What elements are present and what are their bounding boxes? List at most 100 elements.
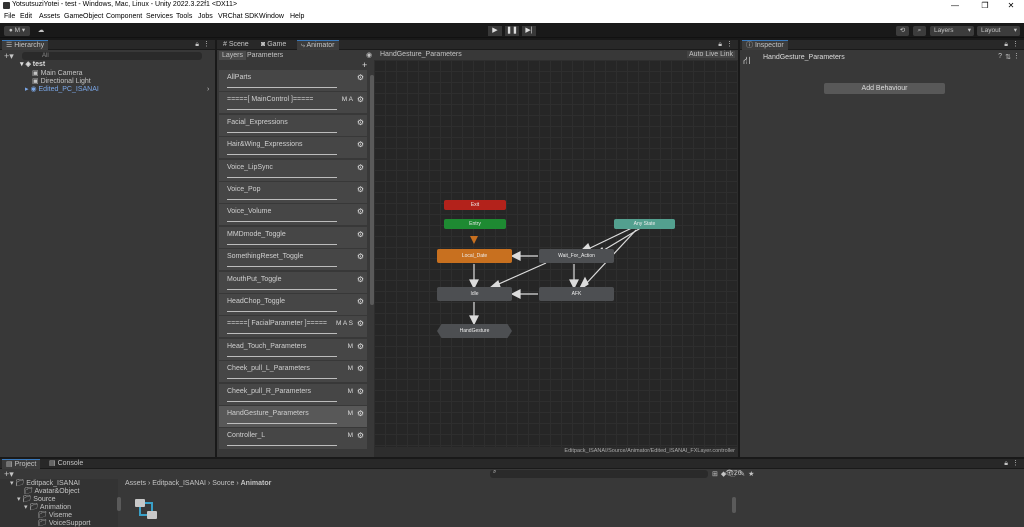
layer-row[interactable]: Voice_Volume ⚙ — [219, 204, 367, 225]
breadcrumb-item[interactable]: Source — [212, 480, 234, 487]
tab-scene[interactable]: # Scene — [219, 40, 253, 50]
search-input[interactable]: All — [22, 52, 202, 60]
tab-hierarchy[interactable]: ☰ Hierarchy — [2, 40, 49, 50]
state-any[interactable]: Any State — [614, 219, 675, 229]
layer-row[interactable]: AllParts ⚙ — [219, 70, 367, 91]
breadcrumb-item[interactable]: Assets — [125, 480, 146, 487]
gear-icon[interactable]: ⚙ — [357, 387, 364, 396]
weight-slider[interactable] — [227, 423, 337, 424]
gear-icon[interactable]: ⚙ — [357, 431, 364, 440]
more-icon[interactable]: ⋮ — [1013, 52, 1020, 60]
menu-assets[interactable]: Assets — [39, 13, 60, 20]
gear-icon[interactable]: ⚙ — [357, 252, 364, 261]
layer-row[interactable]: MouthPut_Toggle ⚙ — [219, 272, 367, 293]
layer-row[interactable]: Hair&Wing_Expressions ⚙ — [219, 137, 367, 158]
animator-controller-asset-icon[interactable] — [133, 497, 161, 523]
gear-icon[interactable]: ⚙ — [357, 342, 364, 351]
state-entry[interactable]: Entry — [444, 219, 506, 229]
layers-dropdown[interactable]: Layers ▾ — [930, 26, 974, 36]
layer-row[interactable]: HeadChop_Toggle ⚙ — [219, 294, 367, 315]
maximize-icon[interactable]: ❐ — [972, 0, 998, 12]
tab-console[interactable]: ▤ Console — [45, 459, 87, 469]
layer-row[interactable]: HandGesture_Parameters M ⚙ — [219, 406, 367, 427]
weight-slider[interactable] — [227, 378, 337, 379]
menu-window[interactable]: Window — [259, 13, 284, 20]
gear-icon[interactable]: ⚙ — [357, 95, 364, 104]
state-local-date[interactable]: Local_Date — [437, 249, 512, 263]
layer-row[interactable]: Facial_Expressions ⚙ — [219, 115, 367, 136]
weight-slider[interactable] — [227, 356, 337, 357]
minimize-icon[interactable]: — — [942, 0, 968, 12]
weight-slider[interactable] — [227, 87, 337, 88]
help-icon[interactable]: ? — [998, 53, 1002, 60]
weight-slider[interactable] — [227, 311, 337, 312]
weight-slider[interactable] — [227, 445, 337, 446]
lock-icon[interactable]: 🔒︎ — [1004, 460, 1008, 468]
account-button[interactable]: ● M ▾ — [4, 26, 30, 36]
gear-icon[interactable]: ⚙ — [357, 297, 364, 306]
scene-row[interactable]: ▾ ◈ test — [20, 60, 45, 69]
lock-icon[interactable]: 🔒︎ — [1004, 41, 1008, 49]
menu-gameobject[interactable]: GameObject — [64, 13, 103, 20]
gear-icon[interactable]: ⚙ — [357, 118, 364, 127]
gear-icon[interactable]: ⚙ — [357, 364, 364, 373]
layer-row[interactable]: Controller_L M ⚙ — [219, 428, 367, 449]
layer-row[interactable]: Cheek_pull_L_Parameters M ⚙ — [219, 361, 367, 382]
grid-scrollbar[interactable] — [732, 497, 736, 513]
lock-icon[interactable]: 🔒︎ — [718, 41, 722, 49]
more-icon[interactable]: ⋮ — [726, 40, 733, 48]
weight-slider[interactable] — [227, 154, 337, 155]
layer-row[interactable]: Voice_Pop ⚙ — [219, 182, 367, 203]
add-behaviour-button[interactable]: Add Behaviour — [824, 83, 945, 94]
play-button[interactable]: ▶ — [488, 26, 502, 36]
breadcrumb-item[interactable]: Animator — [241, 480, 272, 487]
menu-services[interactable]: Services — [146, 13, 173, 20]
eye-icon[interactable]: ◉ — [366, 51, 372, 59]
chevron-right-icon[interactable]: › — [207, 86, 209, 93]
weight-slider[interactable] — [227, 132, 337, 133]
state-wait-for-action[interactable]: Wait_For_Action — [539, 249, 614, 263]
gear-icon[interactable]: ⚙ — [357, 185, 364, 194]
menu-vrchat-sdk[interactable]: VRChat SDK — [218, 13, 259, 20]
menu-file[interactable]: File — [4, 13, 15, 20]
close-icon[interactable]: ✕ — [998, 0, 1024, 12]
layout-dropdown[interactable]: Layout ▾ — [977, 26, 1020, 36]
state-afk[interactable]: AFK — [539, 287, 614, 301]
layer-row[interactable]: Head_Touch_Parameters M ⚙ — [219, 339, 367, 360]
layer-row[interactable]: MMDmode_Toggle ⚙ — [219, 227, 367, 248]
breadcrumb-item[interactable]: Editpack_ISANAI — [152, 480, 206, 487]
weight-slider[interactable] — [227, 266, 337, 267]
layer-row[interactable]: Voice_LipSync ⚙ — [219, 160, 367, 181]
more-icon[interactable]: ⋮ — [1012, 40, 1019, 48]
add-layer-icon[interactable]: + — [362, 60, 367, 70]
weight-slider[interactable] — [227, 333, 337, 334]
project-search-input[interactable]: ⌕ — [490, 469, 708, 478]
auto-live-link-button[interactable]: Auto Live Link — [687, 51, 735, 58]
weight-slider[interactable] — [227, 199, 337, 200]
pause-button[interactable]: ❚❚ — [505, 26, 519, 36]
step-button[interactable]: ▶| — [522, 26, 536, 36]
weight-slider[interactable] — [227, 109, 337, 110]
gear-icon[interactable]: ⚙ — [357, 409, 364, 418]
weight-slider[interactable] — [227, 177, 337, 178]
state-exit[interactable]: Exit — [444, 200, 506, 210]
preset-icon[interactable]: ⇅ — [1005, 53, 1011, 61]
gear-icon[interactable]: ⚙ — [357, 207, 364, 216]
layer-row[interactable]: SomethingReset_Toggle ⚙ — [219, 249, 367, 270]
more-icon[interactable]: ⋮ — [203, 40, 210, 48]
sub-state-machine[interactable]: HandGesture — [437, 324, 512, 338]
gear-icon[interactable]: ⚙ — [357, 163, 364, 172]
menu-edit[interactable]: Edit — [20, 13, 32, 20]
weight-slider[interactable] — [227, 221, 337, 222]
tab-parameters[interactable]: Parameters — [244, 51, 286, 60]
breadcrumb[interactable]: HandGesture_Parameters — [380, 51, 462, 58]
state-graph[interactable]: Exit Entry Any State Local_Date Wait_For… — [374, 60, 737, 447]
gear-icon[interactable]: ⚙ — [357, 275, 364, 284]
weight-slider[interactable] — [227, 244, 337, 245]
gear-icon[interactable]: ⚙ — [357, 140, 364, 149]
history-icon[interactable]: ⟲ — [896, 26, 909, 36]
layer-row[interactable]: =====[ MainControl ]===== M A ⚙ — [219, 92, 367, 113]
menu-help[interactable]: Help — [290, 13, 304, 20]
tab-inspector[interactable]: ⓘ Inspector — [742, 40, 788, 50]
tab-layers[interactable]: Layers — [219, 51, 247, 60]
